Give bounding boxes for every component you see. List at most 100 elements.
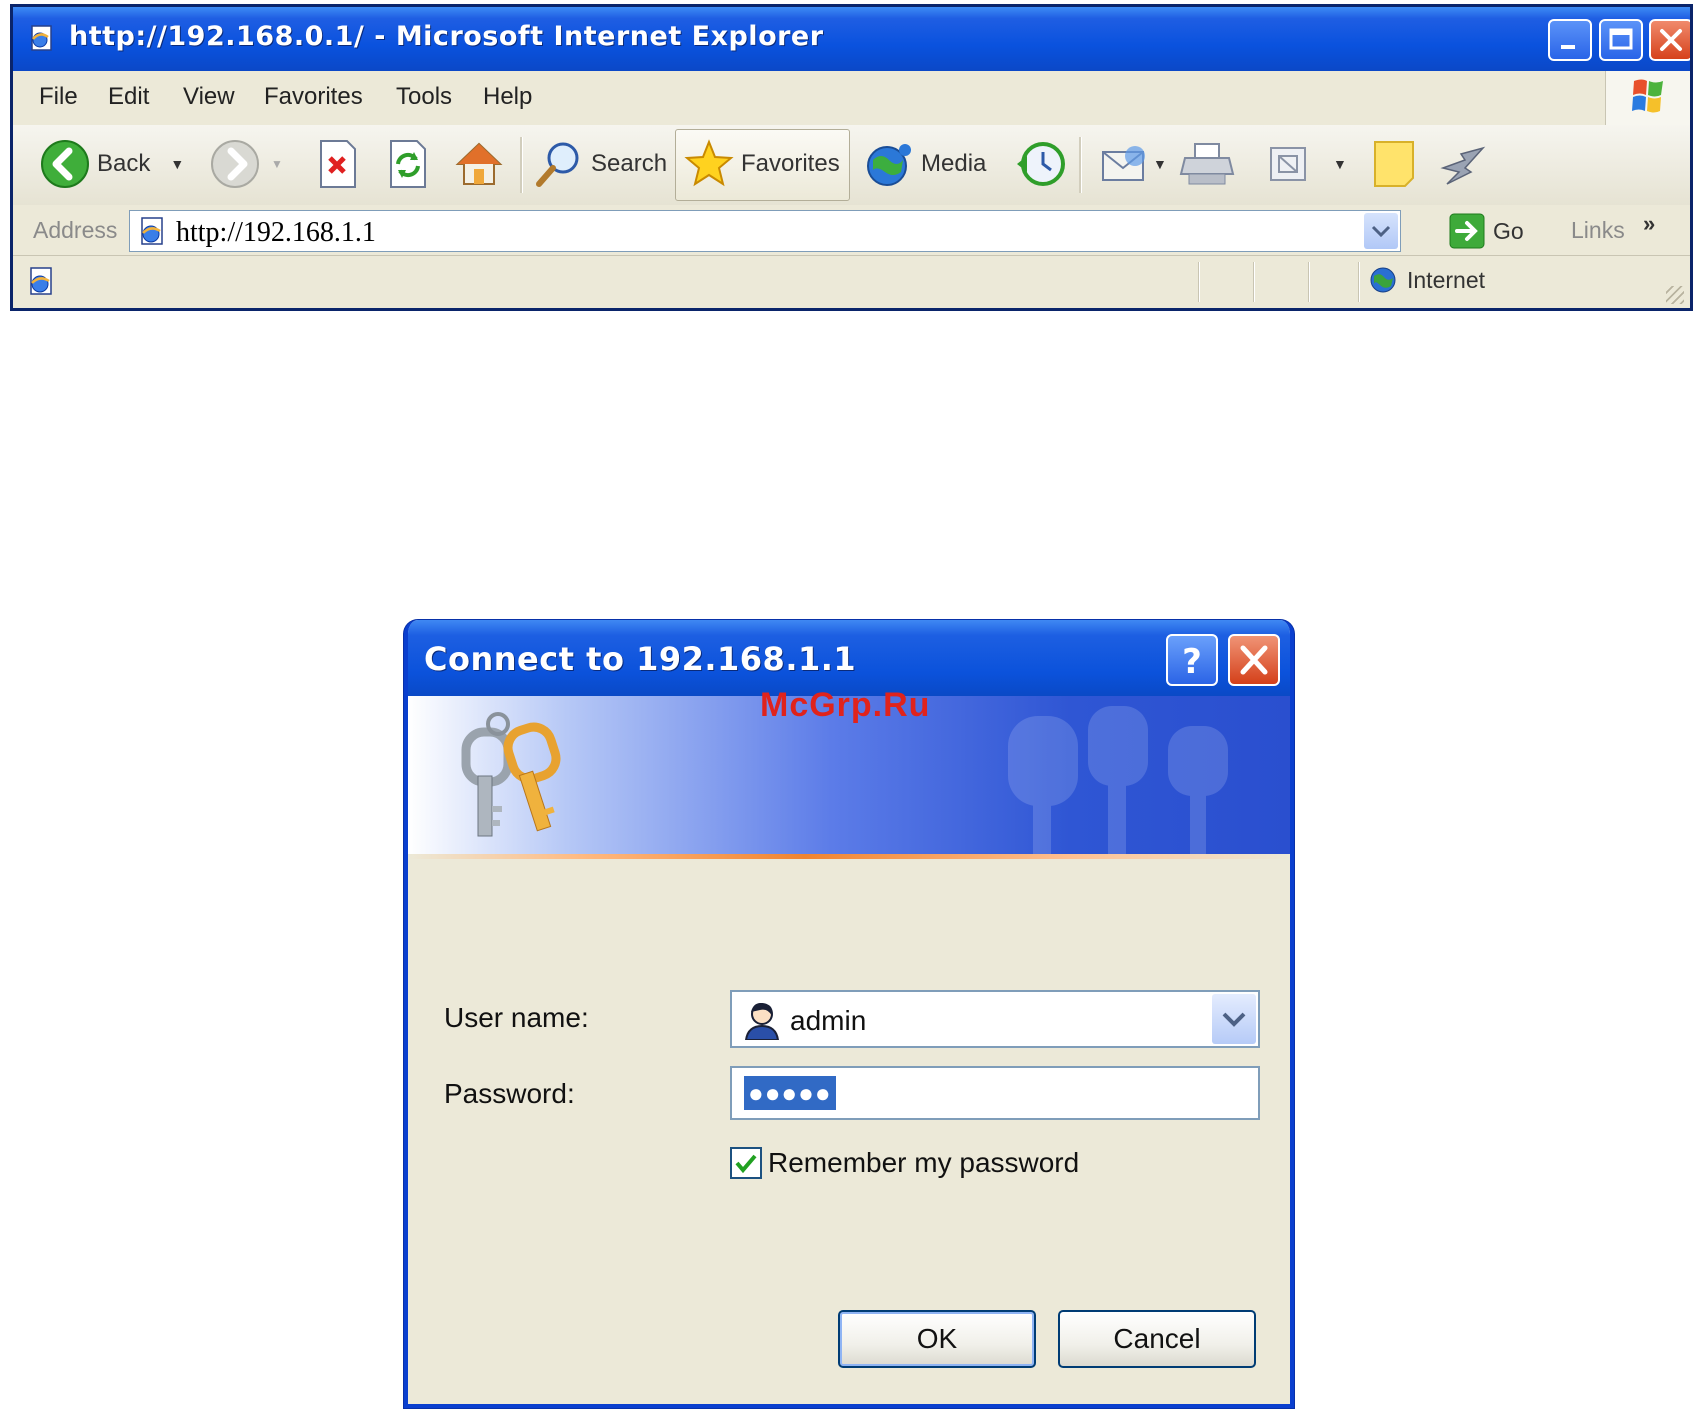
search-icon (536, 142, 579, 187)
stop-icon (320, 140, 356, 188)
mail-dropdown-icon[interactable]: ▼ (1153, 156, 1167, 172)
resize-grip[interactable] (1666, 286, 1684, 304)
windows-logo-icon (1632, 79, 1663, 113)
stop-button[interactable] (315, 135, 361, 193)
links-button[interactable]: Links (1571, 217, 1625, 244)
home-icon (455, 142, 503, 185)
mail-icon (1102, 146, 1145, 181)
cancel-button[interactable]: Cancel (1058, 1310, 1256, 1368)
history-icon (1017, 142, 1065, 186)
discuss-button[interactable] (1369, 135, 1421, 193)
toolbar-separator (520, 137, 523, 193)
standard-toolbar: Back ▼ ▼ Search Favorites Media ▼ ▼ (13, 125, 1690, 206)
maximize-icon (1609, 28, 1633, 50)
menu-help[interactable]: Help (483, 83, 532, 111)
history-button[interactable] (1013, 135, 1069, 193)
favorites-label: Favorites (741, 150, 840, 177)
close-icon (1240, 645, 1268, 675)
home-button[interactable] (453, 135, 505, 193)
go-arrow-icon (1449, 213, 1485, 249)
checkbox-box[interactable] (730, 1147, 762, 1179)
zone-label: Internet (1407, 266, 1485, 293)
maximize-button[interactable] (1599, 19, 1643, 61)
back-dropdown-icon[interactable]: ▼ (170, 156, 184, 172)
refresh-button[interactable] (385, 135, 431, 193)
ie-page-icon (31, 25, 52, 51)
toolbar-separator (1079, 137, 1082, 193)
go-label: Go (1493, 217, 1524, 244)
menu-edit[interactable]: Edit (108, 83, 149, 111)
address-label: Address (33, 217, 118, 243)
minimize-button[interactable] (1548, 19, 1592, 61)
address-value: http://192.168.1.1 (176, 217, 376, 248)
media-label: Media (921, 150, 987, 177)
window-title: http://192.168.0.1/ - Microsoft Internet… (69, 21, 824, 52)
remember-password-label: Remember my password (768, 1147, 1080, 1178)
favorites-button[interactable]: Favorites (683, 135, 840, 193)
remember-password-checkbox[interactable]: Remember my password (730, 1147, 1079, 1179)
dialog-title: Connect to 192.168.1.1 (424, 640, 857, 678)
chevron-down-icon (1371, 225, 1391, 238)
username-label: User name: (444, 1002, 589, 1033)
note-icon (1374, 141, 1414, 187)
username-combobox[interactable]: admin (730, 990, 1260, 1048)
windows-logo (1605, 71, 1690, 125)
password-input[interactable]: ●●●●● (730, 1066, 1260, 1120)
password-value: ●●●●● (744, 1076, 836, 1110)
banner-accent-line (408, 854, 1290, 859)
back-button[interactable]: Back ▼ (39, 135, 184, 193)
ok-button[interactable]: OK (838, 1310, 1036, 1368)
close-window-button[interactable] (1649, 19, 1690, 61)
close-icon (1660, 29, 1682, 51)
links-more-chevron[interactable]: » (1643, 211, 1655, 237)
dialog-titlebar: Connect to 192.168.1.1 ? (408, 620, 1290, 696)
address-bar: Address http://192.168.1.1 Go Links » (13, 205, 1690, 256)
address-input[interactable]: http://192.168.1.1 (129, 210, 1401, 252)
chevron-down-icon (1222, 1012, 1246, 1027)
checkmark-icon (735, 1154, 757, 1174)
keys-icon (461, 712, 561, 837)
menu-favorites[interactable]: Favorites (264, 83, 363, 111)
help-button[interactable]: ? (1166, 634, 1218, 686)
browser-window: http://192.168.0.1/ - Microsoft Internet… (10, 4, 1693, 311)
back-arrow-icon (41, 140, 89, 188)
media-icon (867, 144, 911, 186)
search-button[interactable]: Search (533, 135, 667, 193)
menu-bar: File Edit View Favorites Tools Help (13, 71, 1690, 126)
security-zone: Internet (1369, 266, 1485, 294)
status-divider (1358, 262, 1360, 302)
help-icon: ? (1182, 642, 1202, 682)
address-dropdown-button[interactable] (1364, 213, 1398, 249)
edit-button[interactable]: ▼ (1265, 135, 1347, 193)
forward-dropdown-icon[interactable]: ▼ (271, 157, 283, 171)
refresh-icon (390, 140, 426, 188)
edit-icon (1270, 147, 1306, 181)
menu-file[interactable]: File (39, 83, 78, 111)
edit-dropdown-icon[interactable]: ▼ (1333, 156, 1347, 172)
user-icon (744, 1003, 780, 1040)
media-button[interactable]: Media (863, 135, 986, 193)
globe-icon (1370, 267, 1396, 293)
menu-tools[interactable]: Tools (396, 83, 452, 111)
svg-text:?: ? (1182, 642, 1202, 682)
favorites-star-icon (684, 139, 734, 187)
ie-page-icon (30, 267, 52, 295)
close-dialog-button[interactable] (1228, 634, 1280, 686)
messenger-icon (1440, 146, 1486, 185)
ie-page-icon (141, 217, 163, 245)
back-label: Back (97, 150, 151, 177)
status-divider (1308, 262, 1310, 302)
print-icon (1179, 143, 1235, 185)
login-dialog: Connect to 192.168.1.1 ? McGrp.Ru User n… (404, 620, 1294, 1408)
minimize-icon (1561, 45, 1575, 49)
messenger-button[interactable] (1435, 135, 1491, 193)
username-dropdown-button[interactable] (1212, 994, 1256, 1044)
forward-button[interactable]: ▼ (209, 135, 283, 193)
menu-view[interactable]: View (183, 83, 235, 111)
password-label: Password: (444, 1078, 575, 1109)
print-button[interactable] (1179, 135, 1235, 193)
forward-arrow-icon (211, 140, 259, 188)
mail-button[interactable]: ▼ (1097, 135, 1167, 193)
go-button[interactable]: Go (1449, 210, 1524, 252)
status-divider (1253, 262, 1255, 302)
